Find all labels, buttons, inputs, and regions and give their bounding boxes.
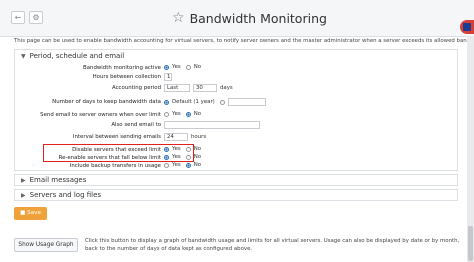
save-button[interactable]: ■ Save: [14, 207, 47, 220]
page-description: This page can be used to enable bandwidt…: [14, 38, 474, 44]
notify-owner-label: Send email to server owners when over li…: [40, 112, 161, 118]
row-accounting: Accounting period Last 30 days: [15, 84, 459, 93]
flag-icon: [460, 20, 474, 34]
section-servers-logs-header[interactable]: ▶ Servers and log files: [21, 191, 101, 199]
disable-no-label: No: [193, 146, 202, 152]
notify-owner-no-label: No: [193, 111, 202, 117]
show-usage-graph-description: Click this button to display a graph of …: [85, 238, 460, 252]
hours-label: Hours between collection: [92, 74, 161, 80]
scrollbar-thumb[interactable]: [468, 226, 473, 261]
star-icon[interactable]: ☆: [172, 11, 185, 25]
row-hours: Hours between collection 1: [15, 73, 459, 82]
interval-unit: hours: [191, 134, 207, 140]
accounting-select[interactable]: Last: [164, 84, 190, 92]
backup-no-label: No: [193, 162, 202, 168]
notify-owner-no-radio[interactable]: [185, 111, 191, 117]
section-period-title: Period, schedule and email: [29, 52, 125, 60]
keep-days-input[interactable]: [227, 98, 266, 106]
row-enabled: Bandwidth monitoring active Yes No: [15, 64, 459, 73]
page-title: ☆ Bandwidth Monitoring: [172, 8, 327, 28]
hours-input[interactable]: 1: [164, 73, 172, 81]
highlight-box: [43, 144, 194, 162]
accounting-label: Accounting period: [112, 85, 161, 91]
gear-icon[interactable]: ⚙: [29, 11, 43, 24]
backup-yes-radio[interactable]: [164, 162, 169, 168]
section-email-messages: ▶ Email messages: [14, 174, 458, 186]
enabled-no-radio[interactable]: [185, 64, 191, 70]
interval-input[interactable]: 24: [164, 133, 188, 141]
also-send-label: Also send email to: [111, 122, 161, 128]
save-button-label: Save: [27, 210, 41, 216]
reenable-no-label: No: [193, 154, 202, 160]
accounting-input[interactable]: 30: [193, 84, 217, 92]
scrollbar[interactable]: [467, 36, 474, 262]
section-email-messages-title: Email messages: [29, 176, 87, 184]
backup-no-radio[interactable]: [185, 162, 191, 168]
row-keep-days: Number of days to keep bandwidth data De…: [15, 98, 459, 107]
section-email-messages-header[interactable]: ▶ Email messages: [21, 176, 86, 184]
top-bar: ← ⚙ ☆ Bandwidth Monitoring: [0, 0, 474, 37]
section-servers-logs-title: Servers and log files: [29, 191, 102, 199]
row-backup: Include backup transfers in usage Yes No: [15, 162, 459, 171]
save-icon: ■: [20, 210, 26, 216]
page-title-text: Bandwidth Monitoring: [189, 10, 327, 26]
also-send-input[interactable]: [164, 121, 260, 129]
chevron-right-icon: ▶: [21, 176, 26, 184]
notify-owner-yes-label: Yes: [172, 111, 181, 117]
backup-yes-label: Yes: [172, 162, 181, 168]
section-servers-logs: ▶ Servers and log files: [14, 189, 458, 201]
section-period-header[interactable]: ▼ Period, schedule and email: [21, 52, 124, 60]
keep-days-custom-radio[interactable]: [219, 99, 225, 105]
chevron-right-icon: ▶: [21, 191, 26, 199]
interval-label: Interval between sending emails: [72, 134, 161, 140]
chevron-down-icon: ▼: [21, 52, 26, 60]
keep-days-label: Number of days to keep bandwidth data: [52, 99, 161, 105]
row-notify-owner: Send email to server owners when over li…: [15, 111, 459, 120]
accounting-unit: days: [220, 85, 233, 91]
enabled-label: Bandwidth monitoring active: [83, 65, 161, 71]
app-frame: ← ⚙ ☆ Bandwidth Monitoring This page can…: [0, 0, 474, 262]
enabled-yes-label: Yes: [172, 64, 181, 70]
enabled-yes-radio[interactable]: [164, 64, 169, 70]
enabled-no-label: No: [193, 64, 202, 70]
row-also-send: Also send email to: [15, 121, 459, 130]
back-icon[interactable]: ←: [11, 11, 25, 24]
show-usage-graph-button[interactable]: Show Usage Graph: [14, 238, 78, 252]
row-interval: Interval between sending emails 24 hours: [15, 133, 459, 142]
backup-label: Include backup transfers in usage: [69, 163, 161, 169]
notify-owner-yes-radio[interactable]: [164, 111, 169, 117]
keep-days-default-radio[interactable]: [164, 99, 169, 105]
keep-days-default-label: Default (1 year): [172, 99, 215, 105]
